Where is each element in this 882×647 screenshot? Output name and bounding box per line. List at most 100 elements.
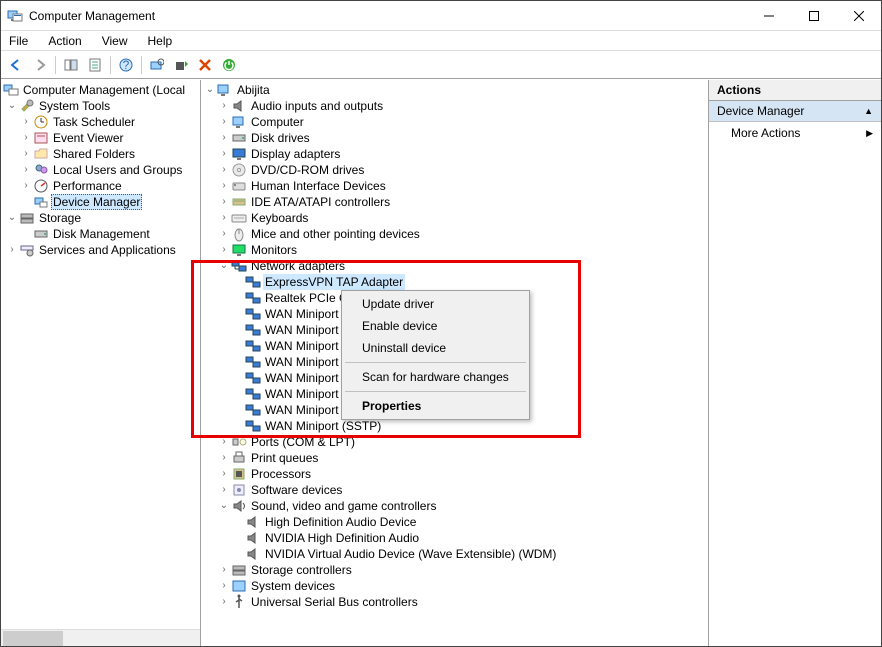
tree-item-local-users[interactable]: ›Local Users and Groups bbox=[3, 162, 200, 178]
device-node[interactable]: ·WAN Miniport (SSTP) bbox=[203, 418, 708, 434]
expand-icon[interactable]: › bbox=[217, 194, 231, 210]
device-label: WAN Miniport (I bbox=[263, 354, 351, 370]
collapse-icon[interactable]: ⌄ bbox=[5, 98, 19, 114]
tree-group-services[interactable]: ›Services and Applications bbox=[3, 242, 200, 258]
device-node[interactable]: ›Monitors bbox=[203, 242, 708, 258]
expand-icon[interactable]: › bbox=[217, 594, 231, 610]
expand-icon[interactable]: › bbox=[19, 146, 33, 162]
menu-view[interactable]: View bbox=[98, 33, 132, 49]
update-driver-button[interactable] bbox=[170, 54, 192, 76]
device-node[interactable]: ›Storage controllers bbox=[203, 562, 708, 578]
nav-forward-button[interactable] bbox=[29, 54, 51, 76]
maximize-button[interactable] bbox=[791, 1, 836, 30]
menu-help[interactable]: Help bbox=[144, 33, 177, 49]
expand-icon[interactable]: › bbox=[217, 114, 231, 130]
app-window: Computer Management File Action View Hel… bbox=[0, 0, 882, 647]
expand-icon[interactable]: › bbox=[19, 162, 33, 178]
tree-item-device-manager[interactable]: ·Device Manager bbox=[3, 194, 200, 210]
device-node[interactable]: ⌄Sound, video and game controllers bbox=[203, 498, 708, 514]
nic-icon bbox=[245, 370, 261, 386]
device-node[interactable]: ·High Definition Audio Device bbox=[203, 514, 708, 530]
menu-action[interactable]: Action bbox=[44, 33, 85, 49]
title-bar: Computer Management bbox=[1, 1, 881, 31]
device-node[interactable]: ›Print queues bbox=[203, 450, 708, 466]
expand-icon[interactable]: › bbox=[217, 210, 231, 226]
device-node[interactable]: ·NVIDIA High Definition Audio bbox=[203, 530, 708, 546]
device-tree-pane[interactable]: ⌄Abijita›Audio inputs and outputs›Comput… bbox=[201, 80, 709, 646]
expand-icon[interactable]: › bbox=[217, 562, 231, 578]
collapse-icon[interactable]: ⌄ bbox=[5, 210, 19, 226]
expand-icon[interactable]: › bbox=[217, 162, 231, 178]
device-node[interactable]: ›Processors bbox=[203, 466, 708, 482]
actions-section[interactable]: Device Manager ▲ bbox=[709, 101, 881, 122]
expand-icon[interactable]: › bbox=[217, 242, 231, 258]
device-node[interactable]: ›Disk drives bbox=[203, 130, 708, 146]
ctx-scan-hardware[interactable]: Scan for hardware changes bbox=[344, 366, 527, 388]
horizontal-scrollbar[interactable] bbox=[1, 629, 200, 646]
device-node[interactable]: ›Ports (COM & LPT) bbox=[203, 434, 708, 450]
device-node[interactable]: ›Human Interface Devices bbox=[203, 178, 708, 194]
device-node[interactable]: ›IDE ATA/ATAPI controllers bbox=[203, 194, 708, 210]
menu-file[interactable]: File bbox=[5, 33, 32, 49]
properties-button[interactable] bbox=[84, 54, 106, 76]
device-node[interactable]: › Computer bbox=[203, 114, 708, 130]
device-node[interactable]: › Mice and other pointing devices bbox=[203, 226, 708, 242]
tree-group-storage[interactable]: ⌄Storage bbox=[3, 210, 200, 226]
device-node[interactable]: ›Audio inputs and outputs bbox=[203, 98, 708, 114]
nav-back-button[interactable] bbox=[5, 54, 27, 76]
device-label: Computer bbox=[249, 114, 306, 130]
device-node[interactable]: ·NVIDIA Virtual Audio Device (Wave Exten… bbox=[203, 546, 708, 562]
scroll-thumb[interactable] bbox=[3, 631, 63, 646]
device-node[interactable]: ›Keyboards bbox=[203, 210, 708, 226]
scan-hardware-button[interactable] bbox=[146, 54, 168, 76]
expand-icon[interactable]: › bbox=[217, 578, 231, 594]
device-label: Mice and other pointing devices bbox=[249, 226, 422, 242]
tree-root[interactable]: Computer Management (Local bbox=[3, 82, 200, 98]
expand-icon[interactable]: › bbox=[217, 98, 231, 114]
close-button[interactable] bbox=[836, 1, 881, 30]
tree-item-event-viewer[interactable]: ›Event Viewer bbox=[3, 130, 200, 146]
tree-item-shared-folders[interactable]: ›Shared Folders bbox=[3, 146, 200, 162]
expand-icon[interactable]: › bbox=[217, 482, 231, 498]
collapse-icon[interactable]: ⌄ bbox=[217, 258, 231, 274]
collapse-icon[interactable]: ▲ bbox=[864, 106, 873, 116]
show-hide-tree-button[interactable] bbox=[60, 54, 82, 76]
expand-icon[interactable]: › bbox=[19, 130, 33, 146]
expand-icon[interactable]: › bbox=[217, 466, 231, 482]
device-node[interactable]: ›System devices bbox=[203, 578, 708, 594]
expand-icon[interactable]: › bbox=[19, 178, 33, 194]
expand-icon[interactable]: › bbox=[217, 130, 231, 146]
minimize-button[interactable] bbox=[746, 1, 791, 30]
expand-icon[interactable]: › bbox=[19, 114, 33, 130]
collapse-icon[interactable]: ⌄ bbox=[217, 498, 231, 514]
tree-item-disk-management[interactable]: ·Disk Management bbox=[3, 226, 200, 242]
help-button[interactable]: ? bbox=[115, 54, 137, 76]
device-node[interactable]: ›Software devices bbox=[203, 482, 708, 498]
actions-more[interactable]: More Actions ▶ bbox=[709, 122, 881, 144]
uninstall-button[interactable] bbox=[194, 54, 216, 76]
expand-icon[interactable]: › bbox=[217, 146, 231, 162]
tree-item-task-scheduler[interactable]: ›Task Scheduler bbox=[3, 114, 200, 130]
tree-item-performance[interactable]: ›Performance bbox=[3, 178, 200, 194]
ctx-update-driver[interactable]: Update driver bbox=[344, 293, 527, 315]
device-node[interactable]: ⌄Network adapters bbox=[203, 258, 708, 274]
device-node[interactable]: ·ExpressVPN TAP Adapter bbox=[203, 274, 708, 290]
device-node[interactable]: ›Display adapters bbox=[203, 146, 708, 162]
expand-icon[interactable]: › bbox=[5, 242, 19, 258]
enable-button[interactable] bbox=[218, 54, 240, 76]
expand-icon[interactable]: › bbox=[217, 226, 231, 242]
actions-section-label: Device Manager bbox=[717, 104, 804, 118]
separator bbox=[55, 56, 56, 74]
expand-icon[interactable]: › bbox=[217, 178, 231, 194]
ctx-uninstall-device[interactable]: Uninstall device bbox=[344, 337, 527, 359]
device-node[interactable]: ⌄Abijita bbox=[203, 82, 708, 98]
tree-group-system-tools[interactable]: ⌄ System Tools bbox=[3, 98, 200, 114]
ctx-enable-device[interactable]: Enable device bbox=[344, 315, 527, 337]
ctx-properties[interactable]: Properties bbox=[344, 395, 527, 417]
console-tree-pane[interactable]: Computer Management (Local ⌄ System Tool… bbox=[1, 80, 201, 646]
device-node[interactable]: ›Universal Serial Bus controllers bbox=[203, 594, 708, 610]
device-node[interactable]: ›DVD/CD-ROM drives bbox=[203, 162, 708, 178]
collapse-icon[interactable]: ⌄ bbox=[203, 82, 217, 98]
expand-icon[interactable]: › bbox=[217, 434, 231, 450]
expand-icon[interactable]: › bbox=[217, 450, 231, 466]
